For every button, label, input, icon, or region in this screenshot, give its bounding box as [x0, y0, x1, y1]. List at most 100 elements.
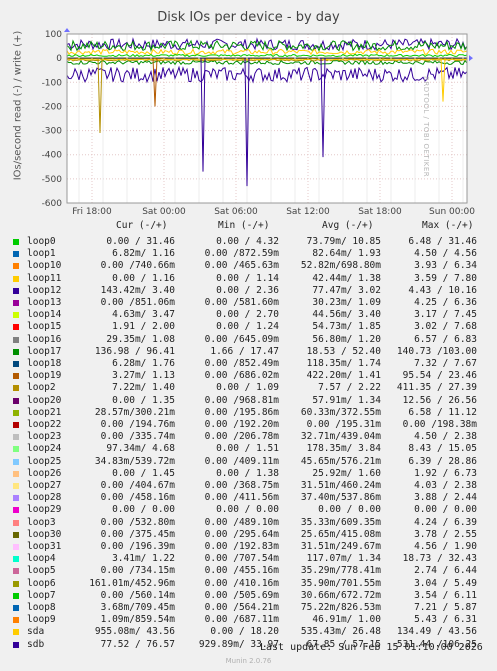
legend-device-name: loop5 — [27, 565, 56, 577]
legend-min-value: 0.00 / 18.20 — [210, 626, 279, 638]
legend-row: loop8 3.68m/709.45m 0.00 /564.21m 75.22m/82… — [0, 602, 497, 614]
legend-max-value: 3.93 / 6.34 — [414, 260, 477, 272]
legend-row: loop12 143.42m/ 3.40 0.00 / 2.36 77.47m/ 3.… — [0, 285, 497, 297]
legend-device-name: loop27 — [27, 480, 62, 491]
legend-device-name: loop11 — [27, 272, 62, 284]
legend-swatch — [13, 519, 19, 526]
legend-device-name: loop0 — [27, 236, 56, 247]
x-tick-label: Sat 00:00 — [142, 207, 186, 217]
legend-row: loop31 0.00 /196.39m 0.00 /192.83m 31.51m/2… — [0, 541, 497, 553]
legend-device-name: loop14 — [27, 309, 62, 321]
legend-swatch — [13, 617, 19, 624]
legend-device-name: loop20 — [27, 394, 62, 406]
y-tick-label: 100 — [45, 30, 62, 40]
legend-max-value: 6.58 / 11.12 — [408, 406, 477, 418]
legend-device-name: loop22 — [27, 419, 62, 430]
legend-cur-value: 0.00 /335.74m — [100, 431, 175, 443]
legend-device-name: loop3 — [27, 516, 56, 528]
legend-avg-value: 31.51m/460.24m — [300, 480, 381, 491]
legend-device-name: loop25 — [27, 455, 62, 467]
legend-swatch — [13, 251, 19, 258]
legend-max-value: 134.49 / 43.56 — [396, 626, 477, 638]
legend-max-value: 95.54 / 23.46 — [402, 370, 477, 382]
legend-device-name: sdb — [27, 638, 45, 650]
legend-cur-value: 0.00 /740.66m — [100, 260, 175, 272]
legend-max-value: 8.43 / 15.05 — [408, 443, 477, 455]
legend-row: loop7 0.00 /560.14m 0.00 /505.69m 30.66m/67… — [0, 590, 497, 602]
legend-row: loop23 0.00 /335.74m 0.00 /206.78m 32.71m/4… — [0, 431, 497, 443]
rrdtool-watermark: RRDTOOL / TOBI OETIKER — [422, 76, 430, 178]
legend-cur-value: 3.41m/ 1.22 — [112, 553, 175, 565]
legend-row: loop24 97.34m/ 4.68 0.00 / 1.51 178.35m/ 3.… — [0, 443, 497, 455]
legend-swatch — [13, 324, 19, 331]
legend-row: loop21 28.57m/300.21m 0.00 /195.86m 60.33m/… — [0, 407, 497, 419]
legend-cur-value: 0.00 /851.06m — [100, 297, 175, 308]
x-tick-label: Sat 18:00 — [358, 207, 402, 217]
x-axis-arrow-icon — [469, 55, 473, 62]
legend-row: loop0 0.00 / 31.46 0.00 / 4.32 73.79m/ 10.8… — [0, 236, 497, 248]
legend-row: sda 955.08m/ 43.56 0.00 / 18.20 535.43m/ 26… — [0, 626, 497, 638]
legend-swatch — [13, 422, 19, 428]
legend-min-value: 0.00 /564.21m — [204, 602, 279, 613]
legend-row: loop22 0.00 /194.76m 0.00 /192.20m 0.00 /19… — [0, 419, 497, 431]
legend-max-value: 0.00 /198.38m — [402, 419, 477, 430]
y-tick-label: -100 — [42, 78, 63, 88]
legend-swatch — [13, 348, 19, 355]
legend-min-value: 0.00 /465.63m — [204, 260, 279, 272]
legend-swatch — [13, 605, 19, 611]
legend-min-value: 0.00 /192.83m — [204, 541, 279, 552]
legend-avg-value: 54.73m/ 1.85 — [312, 321, 381, 333]
legend-swatch — [13, 409, 19, 416]
legend-cur-value: 0.00 /734.15m — [100, 565, 175, 577]
legend-max-value: 140.73 /103.00 — [396, 345, 477, 357]
legend-row: loop14 4.63m/ 3.47 0.00 / 2.70 44.56m/ 3.40… — [0, 309, 497, 321]
legend-max-value: 3.78 / 2.55 — [414, 528, 477, 540]
legend-row: loop6 161.01m/452.96m 0.00 /410.16m 35.90m/… — [0, 578, 497, 590]
legend-max-value: 1.92 / 6.73 — [414, 467, 477, 479]
legend-swatch — [13, 641, 19, 648]
legend-min-value: 0.00 /852.49m — [204, 358, 279, 369]
legend-row: loop20 0.00 / 1.35 0.00 /968.81m 57.91m/ 1.… — [0, 395, 497, 407]
legend-min-value: 0.00 / 4.32 — [216, 236, 279, 247]
legend-swatch — [13, 544, 19, 550]
legend-max-value: 3.54 / 6.11 — [414, 589, 477, 601]
legend-cur-value: 161.01m/452.96m — [89, 577, 175, 589]
legend-swatch — [13, 507, 19, 514]
y-axis-label: IOs/second read (-) / write (+) — [12, 30, 24, 181]
legend-device-name: loop9 — [27, 614, 56, 626]
legend-max-value: 3.88 / 2.44 — [414, 492, 477, 504]
legend-row: loop13 0.00 /851.06m 0.00 /581.60m 30.23m/ … — [0, 297, 497, 309]
legend-avg-value: 37.40m/537.86m — [300, 492, 381, 504]
x-tick-label: Sun 00:00 — [429, 207, 475, 217]
legend-device-name: loop12 — [27, 284, 62, 296]
y-tick-label: -400 — [42, 151, 63, 161]
y-tick-label: -600 — [42, 199, 63, 209]
legend-cur-value: 0.00 /560.14m — [100, 589, 175, 601]
legend-avg-value: 535.43m/ 26.48 — [300, 626, 381, 638]
legend-avg-value: 73.79m/ 10.85 — [306, 236, 381, 247]
legend-device-name: loop30 — [27, 528, 62, 540]
legend-avg-value: 30.23m/ 1.09 — [312, 297, 381, 308]
legend-device-name: loop31 — [27, 541, 62, 552]
legend-max-value: 7.21 / 5.87 — [414, 602, 477, 613]
legend-max-value: 5.43 / 6.31 — [414, 614, 477, 626]
legend-min-value: 0.00 /505.69m — [204, 589, 279, 601]
legend-max-value: 6.48 / 31.46 — [408, 236, 477, 247]
legend-device-name: loop6 — [27, 577, 56, 589]
legend-swatch — [13, 263, 19, 270]
legend-row: loop10 0.00 /740.66m 0.00 /465.63m 52.82m/6… — [0, 260, 497, 272]
legend-device-name: loop23 — [27, 431, 62, 443]
legend-row: loop26 0.00 / 1.45 0.00 / 1.38 25.92m/ 1.60… — [0, 468, 497, 480]
legend-avg-value: 75.22m/826.53m — [300, 602, 381, 613]
legend-swatch — [13, 312, 19, 319]
legend-avg-value: 422.20m/ 1.41 — [306, 370, 381, 382]
legend-max-value: 3.59 / 7.80 — [414, 272, 477, 284]
legend-row: loop2 7.22m/ 1.40 0.00 / 1.09 7.57 / 2.22 41… — [0, 382, 497, 394]
legend-cur-value: 1.91 / 2.00 — [112, 321, 175, 333]
legend-cur-value: 0.00 / 1.35 — [112, 394, 175, 406]
legend-device-name: loop16 — [27, 333, 62, 345]
legend-avg-value: 25.65m/415.08m — [300, 528, 381, 540]
y-tick-label: 0 — [56, 54, 62, 64]
legend-avg-value: 117.07m/ 1.34 — [306, 553, 381, 565]
legend-cur-value: 6.28m/ 1.76 — [112, 358, 175, 369]
